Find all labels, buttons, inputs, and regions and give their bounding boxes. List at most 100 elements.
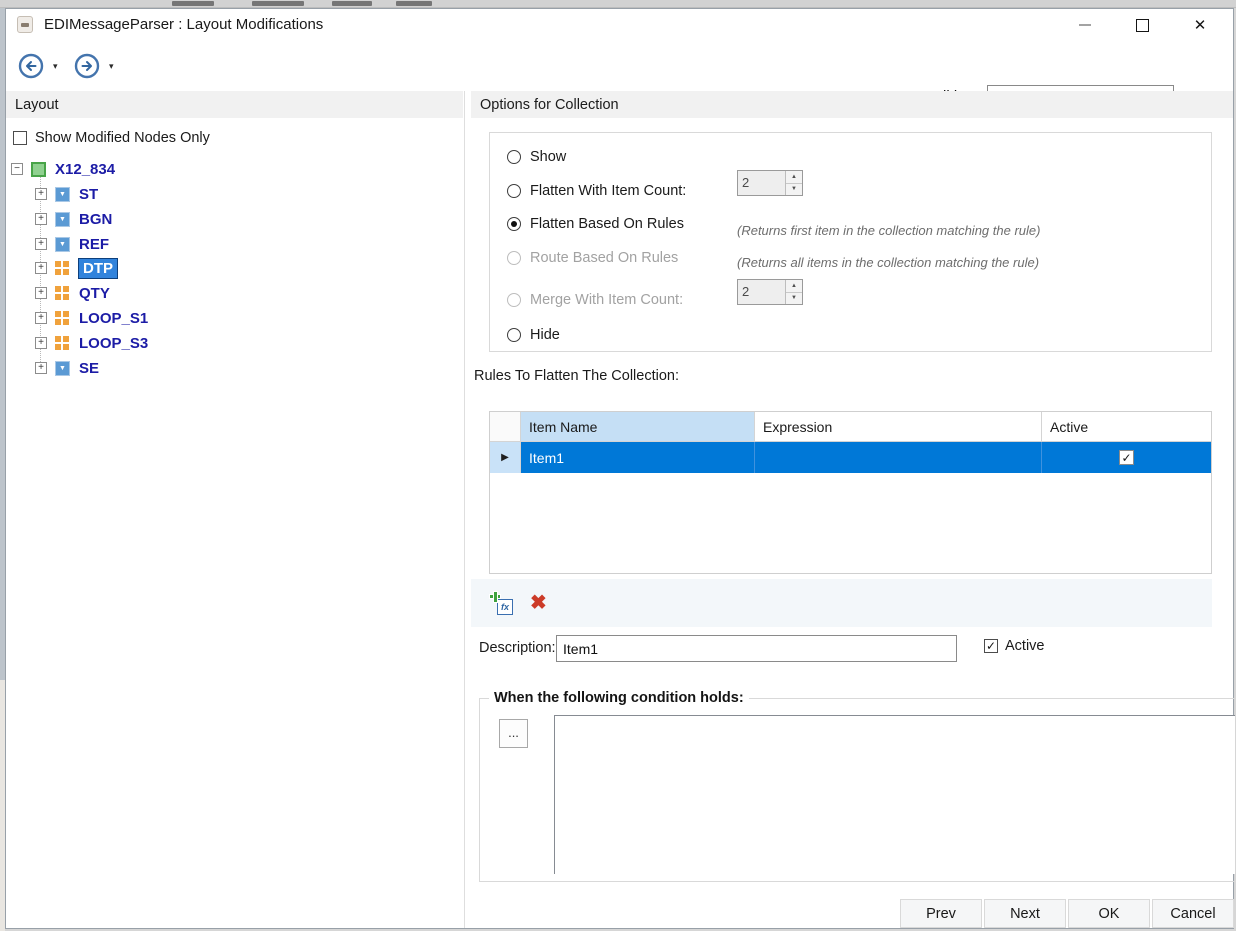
segment-icon: ▼ — [55, 237, 70, 252]
delete-rule-button[interactable]: ✖ — [530, 593, 547, 613]
prev-button[interactable]: Prev — [900, 899, 982, 928]
minimize-button — [1061, 9, 1109, 41]
condition-ellipsis-button[interactable]: ... — [499, 719, 528, 748]
plus-icon — [490, 592, 500, 602]
background-menu-fragment — [252, 1, 304, 6]
rules-toolbar: fx ✖ — [471, 579, 1212, 627]
check-icon: ✓ — [1121, 452, 1131, 464]
description-input[interactable] — [556, 635, 957, 662]
maximize-button[interactable] — [1118, 9, 1166, 41]
edi-file-icon — [17, 16, 33, 33]
tree-node-label[interactable]: LOOP_S3 — [79, 335, 148, 352]
cell-expression[interactable] — [755, 442, 1042, 473]
rule-active-row[interactable]: ✓ Active — [984, 638, 1045, 654]
row-selector-arrow-icon: ▶ — [501, 452, 509, 463]
radio-icon-selected[interactable] — [507, 217, 521, 231]
rules-section-label: Rules To Flatten The Collection: — [474, 368, 679, 384]
tree-node-root[interactable]: − X12_834 — [11, 158, 115, 180]
add-rule-button[interactable]: fx — [490, 592, 513, 615]
tree-node-label[interactable]: LOOP_S1 — [79, 310, 148, 327]
spinner-down-icon: ▼ — [786, 292, 802, 305]
next-button[interactable]: Next — [984, 899, 1066, 928]
spinner-up-icon: ▲ — [786, 171, 802, 183]
tree-node-label[interactable]: BGN — [79, 211, 112, 228]
radio-flatten-based-on-rules[interactable]: Flatten Based On Rules — [507, 216, 684, 232]
forward-button[interactable] — [74, 53, 100, 79]
expand-icon[interactable]: + — [35, 287, 47, 299]
tree-node-loop-s1[interactable]: + LOOP_S1 — [35, 307, 148, 329]
options-panel-header: Options for Collection — [471, 91, 1233, 118]
tree-node-label[interactable]: REF — [79, 236, 109, 253]
merge-item-count-spinner: 2 ▲ ▼ — [737, 279, 803, 305]
column-header-item-name[interactable]: Item Name — [521, 412, 755, 441]
layout-panel-title: Layout — [15, 97, 59, 113]
grid-row-selected[interactable]: ▶ Item1 ✓ — [490, 442, 1211, 473]
tree-node-bgn[interactable]: + ▼ BGN — [35, 208, 112, 230]
expand-icon[interactable]: + — [35, 188, 47, 200]
forward-dropdown-caret-icon[interactable]: ▾ — [109, 61, 114, 72]
radio-icon[interactable] — [507, 150, 521, 164]
radio-icon-disabled — [507, 251, 521, 265]
tree-node-dtp[interactable]: + DTP — [35, 257, 117, 279]
active-checkbox-checked[interactable]: ✓ — [1119, 450, 1134, 465]
panel-splitter[interactable] — [464, 91, 465, 928]
flatten-rules-hint: (Returns first item in the collection ma… — [737, 223, 1040, 238]
tree-node-label[interactable]: SE — [79, 360, 99, 377]
show-modified-nodes-row[interactable]: Show Modified Nodes Only — [13, 130, 210, 146]
collapse-icon[interactable]: − — [11, 163, 23, 175]
expand-icon[interactable]: + — [35, 362, 47, 374]
grid-corner-cell[interactable] — [490, 412, 521, 441]
tree-node-loop-s3[interactable]: + LOOP_S3 — [35, 332, 148, 354]
radio-hide-label: Hide — [530, 327, 560, 343]
expand-icon[interactable]: + — [35, 337, 47, 349]
cancel-button[interactable]: Cancel — [1152, 899, 1234, 928]
radio-hide[interactable]: Hide — [507, 327, 560, 343]
maximize-icon — [1136, 19, 1149, 32]
expand-icon[interactable]: + — [35, 312, 47, 324]
expand-icon[interactable]: + — [35, 238, 47, 250]
collection-icon — [55, 311, 70, 326]
cell-active[interactable]: ✓ — [1042, 442, 1211, 473]
tree-node-st[interactable]: + ▼ ST — [35, 183, 98, 205]
collection-icon — [55, 261, 70, 276]
screen: EDIMessageParser : Layout Modifications … — [0, 0, 1236, 931]
spinner-buttons: ▲ ▼ — [785, 171, 802, 195]
navigation-toolbar: ▾ ▾ Editing: EDIMessageParser ▾ — [6, 41, 1233, 91]
tree-node-qty[interactable]: + QTY — [35, 282, 110, 304]
title-bar[interactable]: EDIMessageParser : Layout Modifications … — [6, 9, 1233, 41]
cell-item-name[interactable]: Item1 — [521, 442, 755, 473]
radio-show[interactable]: Show — [507, 149, 566, 165]
row-selector-cell[interactable]: ▶ — [490, 442, 521, 473]
condition-expression-area[interactable] — [554, 715, 1235, 874]
check-icon: ✓ — [986, 640, 996, 652]
expand-icon[interactable]: + — [35, 262, 47, 274]
radio-flatten-with-item-count[interactable]: Flatten With Item Count: — [507, 183, 686, 199]
close-icon: ✕ — [1194, 18, 1207, 33]
ok-button[interactable]: OK — [1068, 899, 1150, 928]
close-button[interactable]: ✕ — [1176, 9, 1224, 41]
expand-icon[interactable]: + — [35, 213, 47, 225]
tree-node-ref[interactable]: + ▼ REF — [35, 233, 109, 255]
background-menu-fragment — [332, 1, 372, 6]
tree-node-se[interactable]: + ▼ SE — [35, 357, 99, 379]
radio-icon[interactable] — [507, 328, 521, 342]
options-panel-title: Options for Collection — [480, 97, 619, 113]
column-header-active[interactable]: Active — [1042, 412, 1211, 441]
background-menu-fragment — [172, 1, 214, 6]
show-modified-checkbox[interactable] — [13, 131, 27, 145]
rule-active-checkbox-checked[interactable]: ✓ — [984, 639, 998, 653]
layout-panel-header: Layout — [6, 91, 463, 118]
radio-route-based-on-rules: Route Based On Rules — [507, 250, 678, 266]
spinner-buttons: ▲ ▼ — [785, 280, 802, 304]
radio-icon-disabled — [507, 293, 521, 307]
tree-node-label[interactable]: ST — [79, 186, 98, 203]
column-header-expression[interactable]: Expression — [755, 412, 1042, 441]
tree-node-label[interactable]: QTY — [79, 285, 110, 302]
tree-node-label[interactable]: X12_834 — [55, 161, 115, 178]
back-dropdown-caret-icon[interactable]: ▾ — [53, 61, 58, 72]
tree-node-label-selected[interactable]: DTP — [79, 259, 117, 278]
show-modified-label: Show Modified Nodes Only — [35, 130, 210, 146]
minimize-icon — [1079, 24, 1091, 26]
back-button[interactable] — [18, 53, 44, 79]
radio-icon[interactable] — [507, 184, 521, 198]
